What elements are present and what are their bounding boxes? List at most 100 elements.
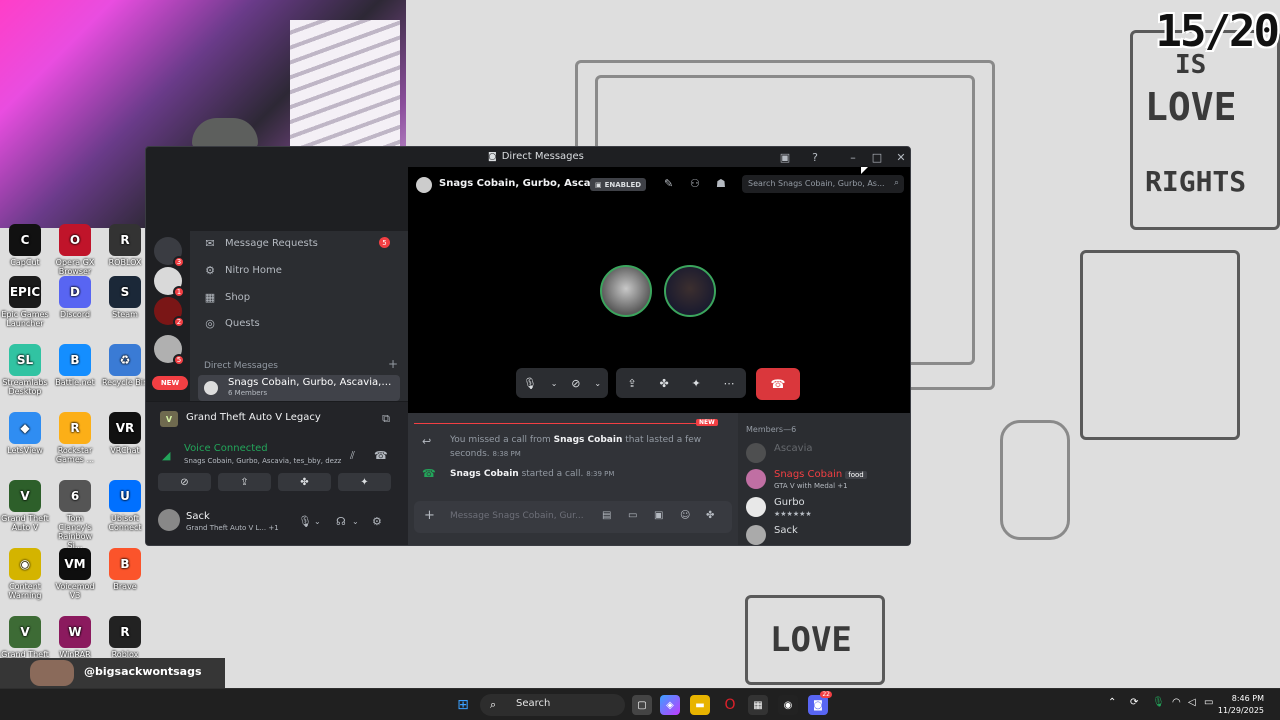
discord-taskbar-icon[interactable]: ◙ 22 (808, 691, 832, 715)
desktop-icon[interactable]: SL Streamlabs Desktop (0, 344, 50, 396)
avatar (746, 525, 766, 545)
msg-user[interactable]: Snags Cobain (554, 435, 623, 445)
guild-icon-4[interactable]: 5 (154, 335, 185, 366)
wifi-icon[interactable]: ◠ (1172, 697, 1181, 708)
call-participant-avatar[interactable] (664, 265, 716, 317)
close-button[interactable]: ✕ (892, 149, 910, 165)
headphones-icon[interactable]: ☊ (336, 515, 346, 528)
gift-icon[interactable]: ▤ (602, 510, 611, 521)
chevron-down-icon[interactable]: ⌄ (352, 517, 359, 526)
msg-user[interactable]: Snags Cobain (450, 469, 519, 479)
disconnect-icon[interactable]: ☎ (374, 449, 388, 462)
desktop-icon[interactable]: B Brave (100, 548, 150, 591)
file-explorer-icon[interactable]: ▬ (690, 695, 710, 715)
desktop-icon[interactable]: C CapCut (0, 224, 50, 267)
camera-off-button[interactable]: ⊘ (158, 473, 211, 491)
add-attachment-icon[interactable]: + (424, 508, 435, 523)
chevron-up-icon[interactable]: ⌃ (1108, 697, 1116, 708)
guild-icon-3[interactable]: 2 (154, 297, 185, 328)
add-friends-icon[interactable]: ⚇ (690, 177, 700, 190)
nav-nitro-home[interactable]: ⚙ Nitro Home (196, 258, 400, 282)
task-view-icon[interactable]: ▢ (632, 695, 652, 715)
hang-up-button[interactable]: ☎ (756, 368, 800, 400)
taskbar-search[interactable]: ⌕ Search (480, 694, 625, 716)
stream-activity-icon[interactable]: ⧉ (382, 412, 390, 426)
desktop-icon[interactable]: ◉ Content Warning (0, 548, 50, 600)
search-input[interactable]: Search Snags Cobain, Gurbo, As... ⌕ (742, 175, 904, 193)
soundboard-icon[interactable]: ✦ (692, 377, 701, 390)
desktop-icon[interactable]: ♻ Recycle Bin (100, 344, 150, 387)
chevron-down-icon[interactable]: ⌄ (314, 517, 321, 526)
nav-message-requests[interactable]: ✉ Message Requests 5 (196, 231, 400, 255)
volume-icon[interactable]: ◁ (1188, 697, 1196, 708)
more-icon[interactable]: ⋯ (724, 377, 735, 390)
desktop-icon[interactable]: S Steam (100, 276, 150, 319)
maximize-button[interactable]: □ (868, 149, 886, 165)
dm-item-group[interactable]: Snags Cobain, Gurbo, Ascavia, t... 6 Mem… (198, 375, 400, 401)
create-dm-plus-icon[interactable]: + (388, 357, 398, 371)
member-item[interactable]: Gurbo ★★★★★★ (746, 495, 910, 521)
message-input[interactable]: + Message Snags Cobain, Gur... ▤ ▭ ▣ ☺ ✤ (414, 501, 732, 533)
apps-icon[interactable]: ✤ (706, 510, 714, 521)
enabled-badge[interactable]: ▣ ENABLED (590, 178, 647, 191)
emoji-icon[interactable]: ☺ (680, 510, 690, 521)
member-item[interactable]: Snags Cobain food GTA V with Medal +1 (746, 467, 910, 493)
new-pill[interactable]: NEW (152, 376, 188, 390)
taskbar-clock[interactable]: 8:46 PM 11/29/2025 (1218, 693, 1264, 717)
desktop-icon[interactable]: VM Voicemod V3 (50, 548, 100, 600)
microsoft-store-icon[interactable]: ▦ (748, 695, 768, 715)
help-icon[interactable]: ? (806, 149, 824, 165)
settings-gear-icon[interactable]: ⚙ (372, 515, 382, 528)
user-status-extra: +1 (268, 524, 279, 532)
signal-icon[interactable]: ◢ (162, 449, 170, 462)
screen-share-button[interactable]: ⇪ (218, 473, 271, 491)
obs-icon[interactable]: ◉ (778, 695, 798, 715)
desktop-icon[interactable]: VR VRChat (100, 412, 150, 455)
microphone-icon[interactable]: 🎙 (523, 377, 537, 390)
members-icon[interactable]: ☗ (716, 177, 726, 190)
desktop-icon[interactable]: R Rockstar Games ... (50, 412, 100, 464)
desktop-icon[interactable]: 6 Tom Clancy's Rainbow Si... (50, 480, 100, 550)
desktop-icon[interactable]: B Battle.net (50, 344, 100, 387)
desktop-icon[interactable]: V Grand Theft Auto V (0, 480, 50, 532)
minimize-button[interactable]: – (844, 149, 862, 165)
guild-icon-2[interactable]: 1 (154, 267, 185, 298)
camera-off-icon[interactable]: ⊘ (571, 377, 580, 390)
desktop-icon[interactable]: U Ubisoft Connect (100, 480, 150, 532)
activities-icon[interactable]: ✤ (659, 377, 668, 390)
sticker-icon[interactable]: ▣ (654, 510, 663, 521)
desktop-icon[interactable]: D Discord (50, 276, 100, 319)
desktop-icon[interactable]: ◆ LetsView (0, 412, 50, 455)
desktop-icon[interactable]: O Opera GX Browser (50, 224, 100, 276)
chevron-down-icon[interactable]: ⌄ (594, 379, 601, 388)
screen-share-icon[interactable]: ⇪ (627, 377, 636, 390)
call-participant-avatar[interactable] (600, 265, 652, 317)
gif-icon[interactable]: ▭ (628, 510, 637, 521)
desktop-icon[interactable]: EPIC Epic Games Launcher (0, 276, 50, 328)
chevron-down-icon[interactable]: ⌄ (551, 379, 558, 388)
app-icon: V (9, 480, 41, 512)
msg-timestamp: 8:39 PM (586, 470, 615, 478)
inbox-icon[interactable]: ▣ (776, 149, 794, 165)
noise-suppression-icon[interactable]: ⫽ (350, 449, 355, 463)
member-item[interactable]: Ascavia (746, 441, 910, 467)
opera-gx-icon[interactable]: O (720, 695, 740, 715)
voice-status[interactable]: Voice Connected (184, 443, 268, 454)
activities-button[interactable]: ✤ (278, 473, 331, 491)
windows-start-icon[interactable]: ⊞ (453, 695, 473, 715)
sync-icon[interactable]: ⟳ (1130, 697, 1138, 708)
guild-icon-1[interactable]: 3 (154, 237, 185, 268)
member-item[interactable]: Sack (746, 523, 910, 545)
nav-quests[interactable]: ◎ Quests (196, 311, 400, 335)
avatar[interactable] (158, 509, 180, 531)
desktop-icon[interactable]: R Roblox (100, 616, 150, 659)
battery-icon[interactable]: ▭ (1204, 697, 1213, 708)
soundboard-button[interactable]: ✦ (338, 473, 391, 491)
copilot-icon[interactable]: ◈ (660, 695, 680, 715)
desktop-icon[interactable]: W WinRAR (50, 616, 100, 659)
microphone-icon[interactable]: 🎙 (298, 515, 312, 528)
microphone-tray-icon[interactable]: 🎙 (1152, 697, 1165, 708)
pin-icon[interactable]: ✎ (664, 177, 673, 190)
nav-shop[interactable]: ▦ Shop (196, 285, 400, 309)
desktop-icon[interactable]: R ROBLOX (100, 224, 150, 267)
